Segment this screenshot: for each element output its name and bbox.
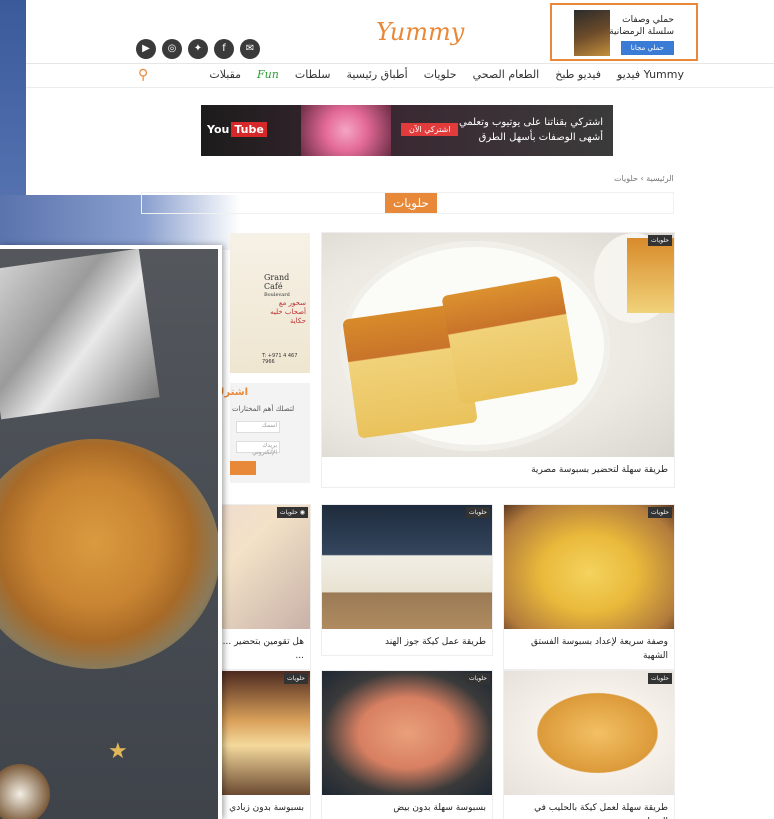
ad-brand: Grand Café Boulevard [264, 273, 290, 300]
article-image[interactable]: حلويات [322, 671, 492, 795]
promo-title: حملي وصفات [622, 15, 674, 25]
category-tag[interactable]: حلويات [284, 673, 308, 684]
article-image[interactable]: حلويات [322, 505, 492, 629]
nav-item-appetizers[interactable]: مقبلات [209, 68, 241, 81]
breadcrumb[interactable]: الرئيسية › حلويات [614, 174, 674, 183]
article-card[interactable]: حلويات وصفة سريعة لإعداد بسبوسة الفستق ا… [504, 505, 674, 669]
candy [0, 764, 50, 819]
category-tag[interactable]: ◉ حلويات [276, 507, 308, 518]
youtube-logo: You Tube [207, 122, 267, 137]
youtube-icon[interactable]: ▶ [136, 39, 156, 59]
category-tag-label: حلويات [279, 509, 298, 516]
promo-thumbnail [574, 10, 610, 56]
basbousa-piece [441, 275, 579, 405]
mail-icon[interactable]: ✉ [240, 39, 260, 59]
subscribe-now-button[interactable]: اشتركي الآن [401, 123, 459, 136]
article-caption[interactable]: وصفة سريعة لإعداد بسبوسة الفستق الشهية [504, 629, 674, 669]
photo-viewer-window[interactable]: ★ [0, 245, 222, 819]
promo-text: حملي وصفات سلسلة الرمضانية [609, 14, 674, 38]
article-card[interactable]: حلويات طريقة سهلة لعمل كيكة بالحليب في ا… [504, 671, 674, 819]
hero-image[interactable]: حلويات [322, 233, 674, 457]
smoothie-image [301, 105, 391, 156]
banner-line-2: أشهى الوصفات بأسهل الطرق [478, 132, 603, 143]
star-decoration-icon: ★ [108, 739, 128, 764]
newsletter-text: لتصلك أهم المختارات [232, 405, 295, 413]
facebook-icon[interactable]: f [214, 39, 234, 59]
sidebar-ad[interactable]: Grand Café Boulevard سحور مع أصحاب خليه … [230, 233, 310, 373]
promo-download-button[interactable]: حملي مجانا [620, 41, 674, 55]
article-image[interactable]: حلويات [504, 671, 674, 795]
site-logo[interactable]: Yummy [376, 10, 464, 56]
banner-text: اشتركي بقناتنا على يوتيوب وتعلمي أشهى ال… [459, 115, 603, 145]
side-cake [627, 238, 674, 313]
category-tag[interactable]: حلويات [466, 507, 490, 518]
subscribe-button[interactable] [230, 461, 256, 475]
banner-line-1: اشتركي بقناتنا على يوتيوب وتعلمي [458, 117, 603, 128]
hero-article-card[interactable]: حلويات طريقة سهلة لتحضير بسبوسة مصرية [322, 233, 674, 487]
article-caption[interactable]: طريقة عمل كيكة جوز الهند [322, 629, 492, 655]
section-title: حلويات [385, 193, 437, 213]
newsletter-box: اشترك لتصلك أهم المختارات اسمك بريدك الإ… [215, 383, 310, 483]
nav-item-yummy-video[interactable]: فيديو Yummy [617, 68, 684, 81]
nav-item-healthy-food[interactable]: الطعام الصحي [473, 68, 540, 81]
article-caption[interactable]: طريقة سهلة لعمل كيكة بالحليب في المنزل [504, 795, 674, 819]
article-caption[interactable]: بسبوسة سهلة بدون بيض [322, 795, 492, 819]
search-icon[interactable]: ⚲ [138, 67, 148, 83]
instagram-icon[interactable]: ◎ [162, 39, 182, 59]
nav-item-main-dishes[interactable]: أطباق رئيسية [346, 68, 407, 81]
site-header: Yummy ▶ ◎ ✦ f ✉ حملي وصفات سلسلة الرمضان… [26, 0, 774, 64]
twitter-icon[interactable]: ✦ [188, 39, 208, 59]
main-nav: فيديو Yummy فيديو طبخ الطعام الصحي حلويا… [26, 64, 774, 88]
gift-box [0, 249, 160, 420]
article-image[interactable]: حلويات [504, 505, 674, 629]
article-card[interactable]: حلويات طريقة عمل كيكة جوز الهند [322, 505, 492, 655]
ad-red-text: سحور مع أصحاب خليه حكاية [270, 299, 306, 325]
hero-caption[interactable]: طريقة سهلة لتحضير بسبوسة مصرية [322, 457, 674, 483]
promo-box[interactable]: حملي وصفات سلسلة الرمضانية حملي مجانا [550, 3, 698, 61]
ad-brand-line-2: Café [264, 282, 283, 291]
nav-item-cooking-video[interactable]: فيديو طبخ [555, 68, 601, 81]
eye-icon: ◉ [297, 509, 305, 516]
category-tag[interactable]: حلويات [648, 507, 672, 518]
promo-subtitle: سلسلة الرمضانية [609, 27, 674, 37]
category-tag[interactable]: حلويات [648, 235, 672, 246]
category-tag[interactable]: حلويات [466, 673, 490, 684]
nav-item-desserts[interactable]: حلويات [424, 68, 457, 81]
youtube-subscribe-banner[interactable]: You Tube اشتركي الآن اشتركي بقناتنا على ي… [201, 105, 613, 156]
baklava-photo: ★ [0, 249, 218, 819]
nav-item-salads[interactable]: سلطات [295, 68, 331, 81]
nav-item-fun[interactable]: Fun [257, 68, 279, 81]
section-header: حلويات [141, 192, 674, 214]
name-input[interactable]: اسمك [236, 421, 280, 433]
article-card[interactable]: حلويات بسبوسة سهلة بدون بيض [322, 671, 492, 819]
social-links: ▶ ◎ ✦ f ✉ [136, 39, 260, 59]
ad-brand-line-1: Grand [264, 273, 290, 282]
ad-phone: T: +971 4 467 7966 [262, 353, 298, 365]
baklava-bowl [0, 439, 218, 669]
email-input[interactable]: بريدك الإلكتروني [236, 441, 280, 456]
category-tag[interactable]: حلويات [648, 673, 672, 684]
